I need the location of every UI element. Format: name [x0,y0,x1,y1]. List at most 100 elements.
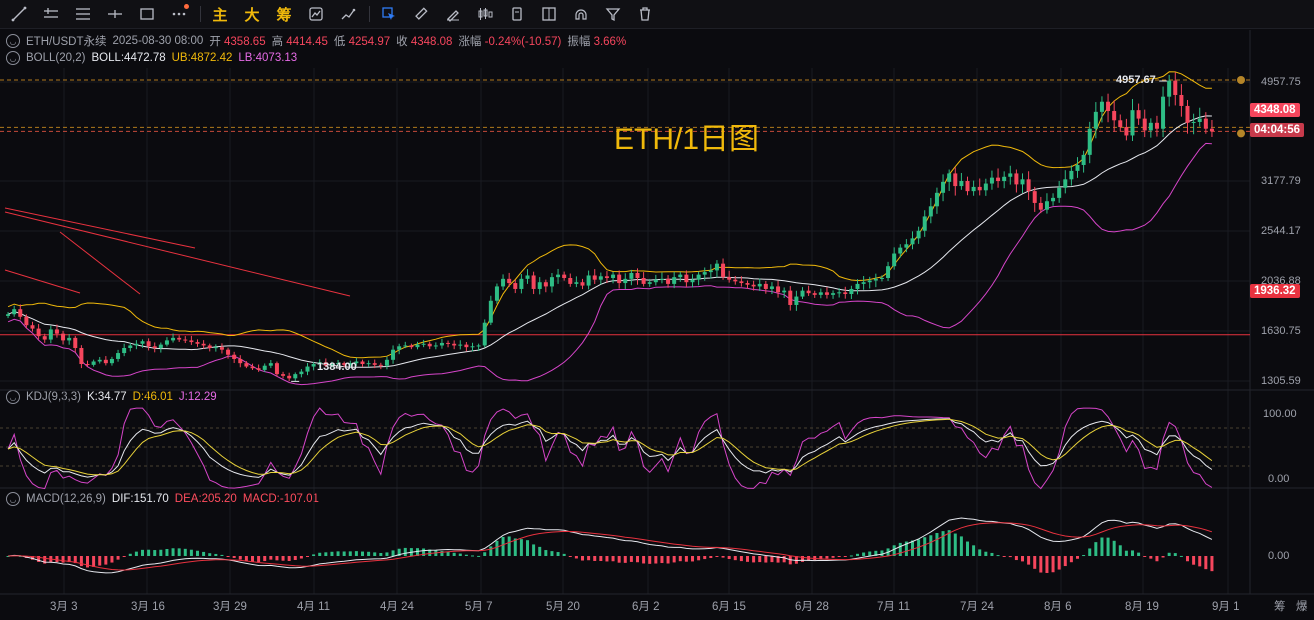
candle-body [54,329,59,334]
candle-body [965,181,970,192]
macd-bar [1106,537,1110,556]
candle-body [1038,202,1043,210]
candle-body [24,316,29,326]
candle-body [116,353,121,359]
candle-body [85,364,90,366]
macd-bar [544,550,548,556]
candle-body [562,274,567,278]
macd-bar [324,552,328,556]
candle-body [91,361,96,365]
candle-body [195,342,200,344]
candle-body [745,283,750,285]
candle-body [806,290,811,294]
macd-bar [232,556,236,558]
candle-body [531,275,536,289]
macd-bar [623,556,627,563]
candle-body [1161,96,1166,129]
candle-body [623,278,628,284]
macd-bar [764,556,768,563]
chart-canvas[interactable] [0,0,1314,620]
macd-bar [831,556,835,558]
macd-bar [299,556,303,559]
macd-bar [171,548,175,556]
candle-body [800,290,805,297]
macd-bar [141,549,144,556]
time-axis-label: 5月 7 [465,601,493,613]
price-axis-label: 2544.17 [1261,225,1301,237]
candle-body [928,206,933,217]
macd-bar [648,556,652,564]
macd-bar [226,556,230,557]
time-axis-label: 3月 3 [50,601,78,613]
candle-body [1008,173,1013,177]
candle-body [580,282,585,286]
macd-bar [1204,556,1208,570]
candle-body [482,322,487,346]
candle-body [183,339,188,341]
macd-bar [1057,556,1061,570]
time-axis-label: 6月 28 [795,601,829,613]
candle-body [501,278,506,287]
macd-bar [483,552,487,556]
boll-middle-band [7,115,1212,368]
candle-body [299,371,304,375]
candle-body [1179,94,1184,106]
kdj-j-line [7,407,1213,490]
price-axis-label: 3177.79 [1261,175,1301,187]
candle-body [708,270,713,273]
candle-body [458,344,463,346]
liquidation-corner-button[interactable]: 爆 [1296,598,1308,614]
candle-body [427,343,432,347]
price-axis-label: 1630.75 [1261,325,1301,337]
price-axis-label: 1305.59 [1261,375,1301,387]
macd-bar [306,556,309,557]
macd-bar [1094,542,1098,556]
candle-body [421,343,426,345]
macd-bar [898,542,902,556]
macd-bar [599,556,603,562]
candle-body [1106,101,1111,112]
candle-body [971,186,976,192]
candle-body [134,343,139,346]
candle-body [1032,191,1037,203]
candle-body [647,282,652,284]
macd-bar [1210,556,1214,572]
high-mark-label: 4957.67 [1116,74,1156,86]
macd-bar [458,553,462,556]
low-mark-label: 1384.00 [317,361,357,373]
macd-bar [147,549,151,556]
candle-body [391,349,396,360]
kdj-lines [7,407,1213,490]
macd-bar [911,540,914,556]
candle-body [48,329,53,340]
candle-body [103,359,108,364]
macd-bar [275,556,279,561]
macd-bar [214,553,218,556]
macd-bar [208,553,212,556]
candle-body [941,181,946,193]
macd-bar [122,556,126,557]
candle-body [464,344,469,348]
macd-bar [92,556,96,567]
candle-body [776,286,781,293]
macd-bar [318,552,322,556]
macd-bar [165,548,169,556]
macd-bar [477,555,481,557]
macd-bar [770,556,774,563]
candle-body [171,337,176,341]
macd-bar [342,551,346,556]
candle-body [152,346,157,348]
macd-bar [159,549,163,556]
macd-bar [1186,556,1189,562]
chip-corner-button[interactable]: 筹 [1274,598,1286,614]
candle-body [837,292,842,294]
candle-body [97,359,102,362]
macd-bar [1167,552,1171,556]
candle-body [549,277,554,287]
macd-bar [1027,556,1031,565]
candle-body [568,277,573,284]
macd-bar [257,556,261,562]
macd-bar [293,556,297,560]
time-axis-label: 7月 11 [877,601,911,613]
candle-body [79,347,84,365]
